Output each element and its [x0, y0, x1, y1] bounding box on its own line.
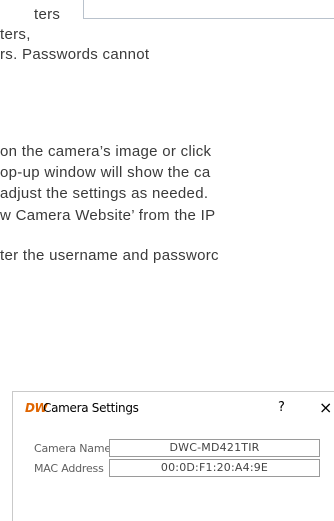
camera-settings-dialog: DW Camera Settings ? × Camera Name DWC-M…: [12, 391, 334, 521]
instruction-line: ter the username and passworc: [0, 247, 219, 264]
close-button[interactable]: ×: [319, 398, 332, 417]
mac-address-row: MAC Address 00:0D:F1:20:A4:9E: [13, 459, 334, 479]
instruction-line: on the camera’s image or click: [0, 143, 212, 160]
instruction-line: w Camera Website’ from the IP: [0, 207, 216, 224]
mac-address-label: MAC Address: [34, 462, 104, 475]
dialog-title: Camera Settings: [43, 401, 139, 415]
dialog-titlebar: DW Camera Settings ? ×: [13, 392, 334, 424]
instruction-line: adjust the settings as needed.: [0, 185, 209, 202]
mac-address-field[interactable]: 00:0D:F1:20:A4:9E: [109, 459, 320, 477]
text-fragment: ters,: [0, 26, 31, 43]
instruction-line: op-up window will show the ca: [0, 164, 211, 181]
camera-name-row: Camera Name DWC-MD421TIR: [13, 439, 334, 459]
camera-name-field[interactable]: DWC-MD421TIR: [109, 439, 320, 457]
cropped-input-box: [83, 0, 334, 19]
camera-name-label: Camera Name: [34, 442, 111, 455]
help-button[interactable]: ?: [278, 400, 285, 415]
text-fragment: ters: [34, 6, 61, 23]
text-fragment: rs. Passwords cannot: [0, 46, 150, 63]
